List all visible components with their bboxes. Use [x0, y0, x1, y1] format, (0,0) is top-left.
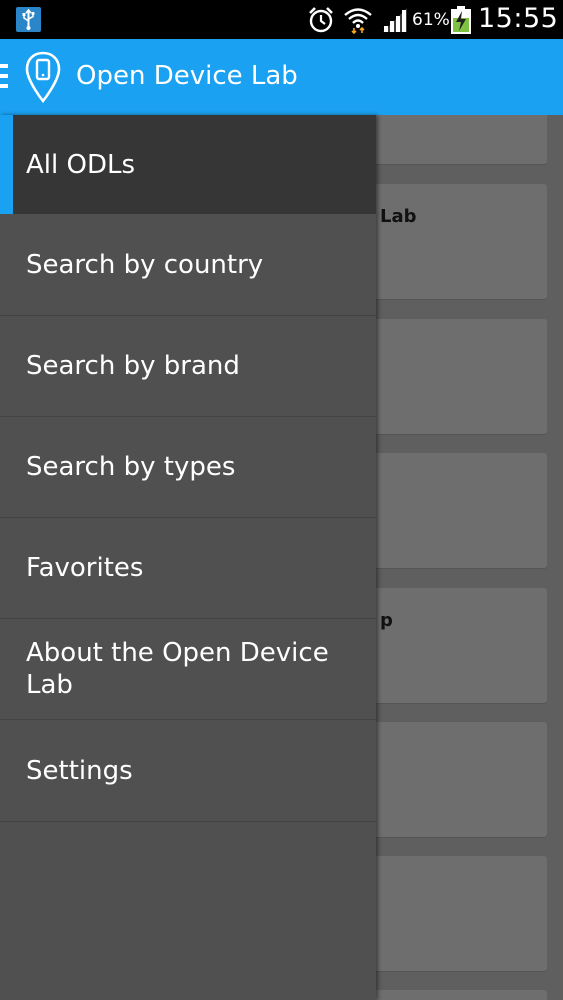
drawer-item-label: Favorites — [26, 553, 144, 583]
navigation-drawer: All ODLs Search by country Search by bra… — [0, 115, 376, 1000]
drawer-item-about[interactable]: About the Open Device Lab — [0, 619, 376, 720]
wifi-icon — [344, 8, 372, 34]
battery-percent: 61% — [412, 10, 450, 30]
status-bar: 61% 15:55 — [0, 0, 563, 39]
app-title: Open Device Lab — [76, 61, 298, 91]
action-bar: Open Device Lab — [0, 39, 563, 115]
drawer-item-label: Settings — [26, 755, 133, 786]
drawer-item-label: Search by types — [26, 452, 236, 482]
drawer-item-favorites[interactable]: Favorites — [0, 518, 376, 619]
usb-debugging-icon — [16, 7, 41, 32]
signal-icon — [383, 8, 407, 32]
alarm-icon — [309, 7, 333, 33]
drawer-toggle-icon[interactable] — [0, 64, 8, 90]
drawer-item-label: Search by country — [26, 249, 264, 280]
drawer-item-label: Search by brand — [26, 351, 240, 381]
drawer-item-label: About the Open Device Lab — [26, 638, 329, 700]
clock: 15:55 — [478, 3, 559, 34]
drawer-item-search-by-brand[interactable]: Search by brand — [0, 316, 376, 417]
selected-indicator — [0, 115, 13, 214]
drawer-item-search-by-types[interactable]: Search by types — [0, 417, 376, 518]
drawer-item-label: All ODLs — [26, 149, 136, 180]
list-card-title: Lab — [380, 206, 417, 227]
drawer-item-all-odls[interactable]: All ODLs — [0, 115, 376, 214]
battery-charging-icon — [451, 6, 471, 34]
list-card-title: p — [380, 610, 393, 631]
app-logo-icon[interactable] — [25, 51, 61, 103]
drawer-item-search-by-country[interactable]: Search by country — [0, 214, 376, 316]
drawer-item-settings[interactable]: Settings — [0, 720, 376, 822]
app-screen: Lab p 61% 15:55 Open Device Lab All ODLs… — [0, 0, 563, 1000]
